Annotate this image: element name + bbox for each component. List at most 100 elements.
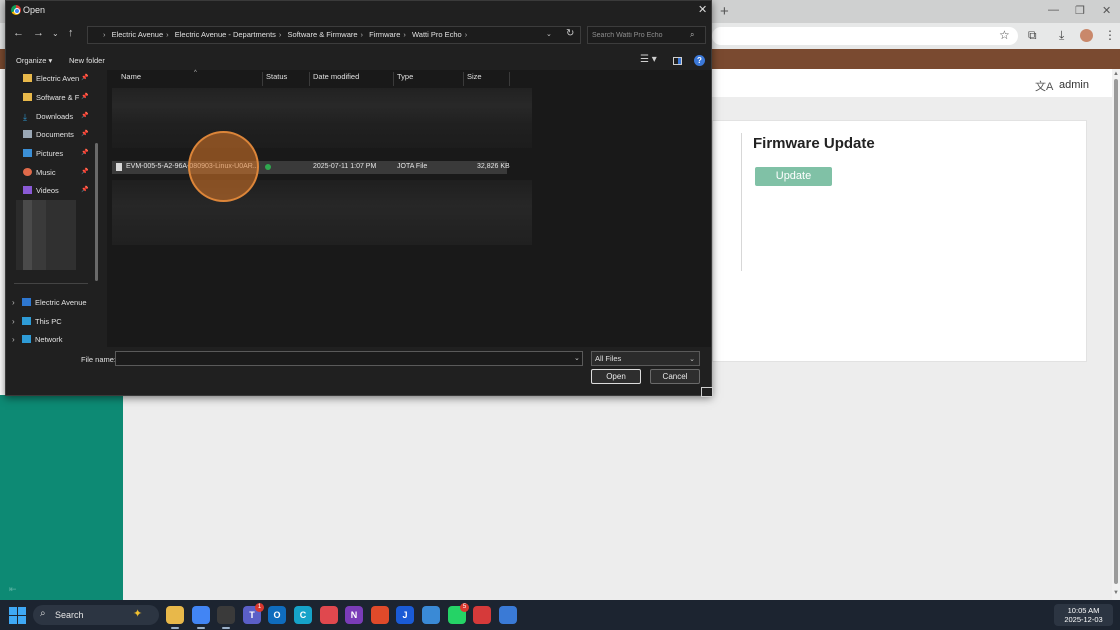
chevron-right-icon: › <box>103 30 106 39</box>
bookmark-star-icon[interactable]: ☆ <box>999 28 1010 42</box>
collapse-sidebar-icon[interactable]: ⇤ <box>9 584 17 595</box>
column-header-type[interactable]: Type <box>394 72 464 86</box>
chevron-down-icon[interactable]: ⌄ <box>546 30 552 38</box>
app-sidebar <box>0 395 123 600</box>
app-compass-icon[interactable] <box>499 606 517 624</box>
close-icon[interactable]: ✕ <box>698 3 707 16</box>
breadcrumb-item[interactable]: Firmware <box>369 30 400 39</box>
scroll-up-icon[interactable]: ▲ <box>1113 71 1119 77</box>
column-header-status[interactable]: Status <box>263 72 310 86</box>
help-icon[interactable]: ? <box>694 55 705 66</box>
open-button[interactable]: Open <box>591 369 641 384</box>
tree-item-this-pc[interactable]: › This PC <box>12 317 62 331</box>
chevron-right-icon[interactable]: › <box>12 335 22 344</box>
search-icon[interactable]: ⌕ <box>690 30 694 40</box>
new-tab-button[interactable]: + <box>720 3 729 20</box>
dialog-footer: File name: ⌄ All Files ⌄ Open Cancel <box>6 347 711 395</box>
tree-item-electric-avenue[interactable]: › Electric Avenue <box>12 298 87 312</box>
close-window-button[interactable]: ✕ <box>1102 4 1111 17</box>
running-indicator <box>171 627 179 629</box>
quick-access-item[interactable]: ⤓ Downloads 📌 <box>23 112 88 126</box>
card-title: Firmware Update <box>753 135 875 152</box>
dialog-title: Open <box>23 5 46 15</box>
menu-icon[interactable]: ⋮ <box>1104 28 1116 42</box>
breadcrumb-item[interactable]: Software & Firmware <box>288 30 358 39</box>
app-red-icon[interactable] <box>320 606 338 624</box>
quick-access-item[interactable]: Software & F 📌 <box>23 93 88 107</box>
breadcrumb-item[interactable]: Watti Pro Echo <box>412 30 462 39</box>
breadcrumb-item[interactable]: Electric Avenue <box>112 30 164 39</box>
scroll-thumb[interactable] <box>1114 79 1118 584</box>
dialog-titlebar: Open ✕ <box>6 1 711 20</box>
column-header-size[interactable]: Size <box>464 72 510 86</box>
nav-scrollbar[interactable] <box>95 143 98 281</box>
update-button[interactable]: Update <box>755 167 832 186</box>
file-name-input[interactable] <box>115 351 583 366</box>
organize-button[interactable]: Organize ▾ <box>16 56 52 65</box>
file-type: JOTA File <box>397 163 428 170</box>
breadcrumb[interactable]: › Electric Avenue › Electric Avenue - Dep… <box>87 26 581 44</box>
app-swirl-icon[interactable] <box>371 606 389 624</box>
system-clock[interactable]: 10:05 AM 2025-12-03 <box>1054 604 1113 626</box>
notification-badge: 1 <box>255 603 264 612</box>
app-cross-icon[interactable] <box>473 606 491 624</box>
chatgpt-icon[interactable] <box>217 606 235 624</box>
taskbar-search[interactable]: ⌕ Search ✦ <box>33 605 159 625</box>
view-options-icon[interactable]: ☰ ▾ <box>640 54 657 65</box>
file-type-filter[interactable]: All Files ⌄ <box>591 351 700 366</box>
refresh-icon[interactable]: ↻ <box>566 28 574 39</box>
new-folder-button[interactable]: New folder <box>69 56 105 65</box>
obscured-items <box>112 180 532 245</box>
file-row[interactable]: EVM-005-5-A2-96A-080903-Linux-U0AR... 20… <box>112 161 510 174</box>
quick-access-item[interactable]: Videos 📌 <box>23 186 88 200</box>
sort-ascending-icon: ^ <box>194 70 197 76</box>
back-icon[interactable]: ← <box>13 27 24 39</box>
click-indicator <box>188 131 259 202</box>
flash-icon[interactable]: J <box>396 606 414 624</box>
download-icon[interactable]: ⤓ <box>1059 28 1064 43</box>
chevron-down-icon[interactable]: ⌄ <box>689 355 695 363</box>
widget-icon[interactable]: ✦ <box>133 607 142 620</box>
pin-icon: 📌 <box>81 131 89 137</box>
minimize-button[interactable]: — <box>1048 4 1059 16</box>
up-folder-icon[interactable]: ↑ <box>68 27 74 39</box>
onenote-icon[interactable]: N <box>345 606 363 624</box>
outlook-icon[interactable]: O <box>268 606 286 624</box>
chevron-right-icon[interactable]: › <box>12 317 22 326</box>
column-header-name[interactable]: Name ^ <box>118 70 263 86</box>
breadcrumb-item[interactable]: Electric Avenue - Departments <box>175 30 276 39</box>
search-box[interactable]: ⌕ <box>587 26 706 44</box>
network-icon <box>22 335 31 343</box>
quick-access-item[interactable]: Documents 📌 <box>23 130 88 144</box>
search-label: Search <box>55 610 84 620</box>
translate-icon[interactable]: 文A <box>1035 78 1053 94</box>
chrome-icon[interactable] <box>192 606 210 624</box>
username-label[interactable]: admin <box>1059 79 1089 91</box>
restore-button[interactable]: ❐ <box>1075 4 1085 17</box>
canva-icon[interactable]: C <box>294 606 312 624</box>
pin-icon: 📌 <box>81 150 89 156</box>
chevron-right-icon[interactable]: › <box>12 298 22 307</box>
resize-grip[interactable] <box>701 387 713 397</box>
extensions-icon[interactable]: ⧉ <box>1028 28 1037 43</box>
address-bar[interactable] <box>712 27 1018 45</box>
file-explorer-icon[interactable] <box>166 606 184 624</box>
chevron-down-icon[interactable]: ⌄ <box>574 354 580 362</box>
quick-access-item[interactable]: Electric Aven 📌 <box>23 74 88 88</box>
sync-status-icon <box>265 164 271 170</box>
app-puzzle-icon[interactable] <box>422 606 440 624</box>
preview-pane-icon[interactable] <box>673 57 682 65</box>
forward-icon[interactable]: → <box>33 27 44 39</box>
scroll-down-icon[interactable]: ▼ <box>1113 590 1119 596</box>
profile-avatar[interactable] <box>1080 29 1093 42</box>
page-scrollbar[interactable]: ▲ ▼ <box>1112 69 1120 600</box>
quick-access-item[interactable]: Pictures 📌 <box>23 149 88 163</box>
quick-access-item[interactable]: Music 📌 <box>23 168 88 182</box>
open-file-dialog: Open ✕ ← → ⌄ ↑ › Electric Avenue › Electr… <box>5 0 713 397</box>
column-header-date[interactable]: Date modified <box>310 72 394 86</box>
windows-start-icon[interactable] <box>9 607 27 624</box>
search-input[interactable] <box>592 30 688 41</box>
cancel-button[interactable]: Cancel <box>650 369 700 384</box>
recent-locations-icon[interactable]: ⌄ <box>52 29 59 38</box>
pin-icon: 📌 <box>81 75 89 81</box>
